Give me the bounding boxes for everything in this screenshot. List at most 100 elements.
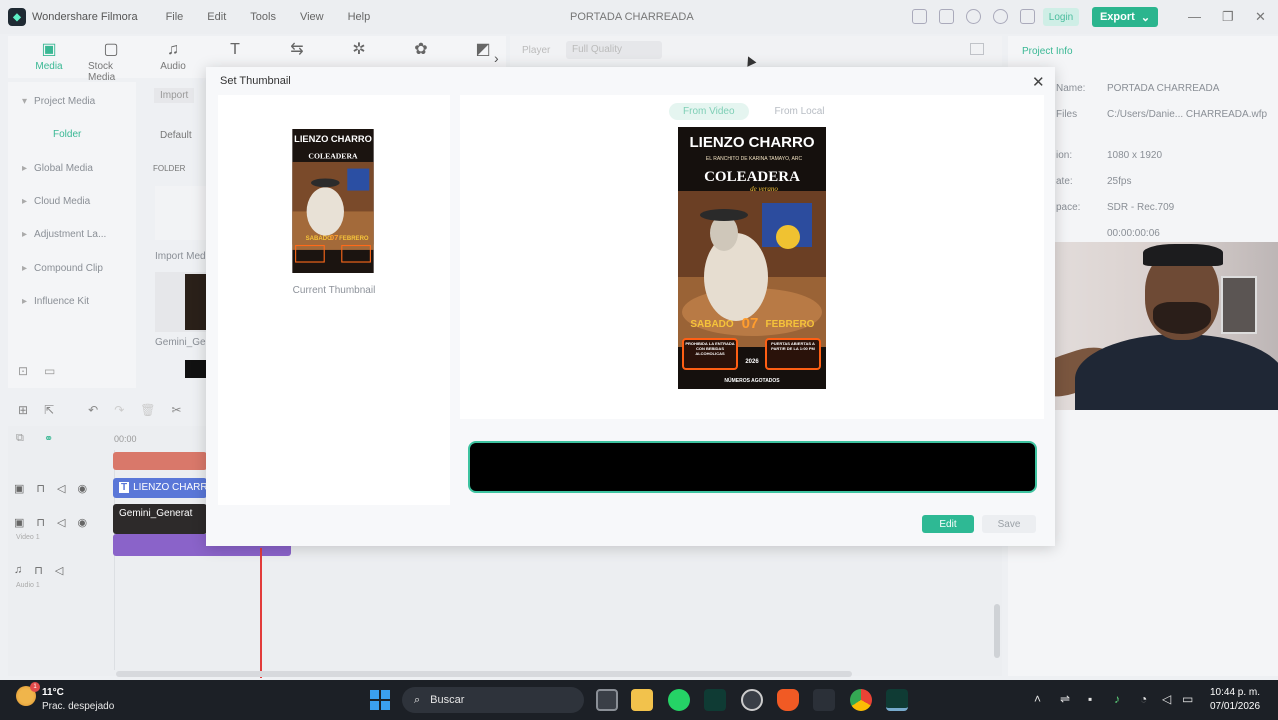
info-key: ion: [1056, 150, 1073, 161]
eye-icon[interactable]: ◉ [77, 482, 87, 495]
timeline-horizontal-scrollbar[interactable] [116, 671, 852, 677]
chevron-up-icon[interactable]: ˄ [1034, 692, 1041, 706]
poster-left-notice: PROHIBIDA LA ENTRADA CON BEBIDAS ALCOHOL… [685, 341, 735, 356]
sidebar-item-label: Compound Clip [34, 263, 103, 274]
new-folder-icon[interactable]: ⊡ [18, 364, 28, 378]
windows-start-icon[interactable] [370, 690, 390, 710]
text-clip[interactable]: TLIENZO CHARRO [113, 478, 207, 498]
tool-media[interactable]: ▣ Media [26, 36, 72, 73]
link-icon[interactable]: ⚭ [44, 432, 53, 445]
sidebar-item-global-media[interactable]: ▸ Global Media [22, 163, 93, 174]
minimize-icon[interactable]: — [1188, 9, 1201, 24]
add-track-icon[interactable]: ⧉ [16, 432, 24, 445]
filmora-active-icon[interactable] [886, 689, 908, 711]
tool-elements[interactable]: ✿ [398, 36, 444, 61]
video-clip[interactable]: Gemini_Generat [113, 504, 207, 534]
tool-transitions[interactable]: ⇆ [274, 36, 320, 61]
media-thumbnail[interactable] [155, 272, 207, 332]
lock-icon[interactable]: ⊓ [34, 564, 43, 577]
sort-dropdown[interactable]: Default [160, 130, 192, 141]
whatsapp-icon[interactable] [668, 689, 690, 711]
audio-clip[interactable] [113, 452, 207, 470]
speaker-icon[interactable]: ◁ [57, 516, 65, 529]
clock-date[interactable]: 07/01/2026 [1210, 701, 1260, 712]
settings-icon[interactable] [741, 689, 763, 711]
filmora-taskbar-icon[interactable] [704, 689, 726, 711]
speaker-icon[interactable]: ◁ [57, 482, 65, 495]
tab-from-local[interactable]: From Local [761, 103, 839, 120]
frame-selector-strip[interactable] [468, 441, 1037, 493]
audio-track-label: Audio 1 [16, 582, 40, 589]
music-icon: ♫ [14, 564, 23, 576]
chevron-right-icon[interactable]: › [494, 50, 499, 66]
tab-from-video[interactable]: From Video [669, 103, 749, 120]
cut-icon[interactable]: ✂ [171, 403, 181, 417]
speaker-icon[interactable]: ◁ [55, 564, 63, 577]
microphone-icon[interactable]: ♪ [1114, 692, 1120, 706]
menu-help[interactable]: Help [348, 11, 371, 23]
login-button[interactable]: Login [1043, 8, 1079, 26]
effects-icon: ✲ [352, 41, 366, 58]
playhead[interactable] [260, 548, 262, 678]
undo-icon[interactable]: ↶ [88, 403, 98, 417]
tool-audio[interactable]: ♫ Audio [150, 36, 196, 73]
audio-icon: ♫ [167, 41, 179, 58]
tray-app-icon[interactable]: ⇌ [1060, 692, 1070, 706]
track-icon: ▣ [14, 483, 25, 495]
tool-effects[interactable]: ✲ [336, 36, 382, 61]
tray-app-icon[interactable]: ▪ [1088, 692, 1092, 706]
close-icon[interactable]: ✕ [1032, 73, 1045, 91]
thumb-month: FEBRERO [339, 236, 369, 242]
export-button[interactable]: Export ⌄ [1092, 7, 1158, 27]
menu-edit[interactable]: Edit [207, 11, 226, 23]
sidebar-item-influence-kit[interactable]: ▸ Influence Kit [22, 296, 89, 307]
quality-dropdown[interactable]: Full Quality [566, 41, 662, 59]
timeline-vertical-scrollbar[interactable] [994, 604, 1000, 658]
stock-media-icon: ▢ [103, 41, 119, 58]
headset-icon[interactable] [993, 9, 1008, 24]
media-thumbnail[interactable] [185, 360, 207, 378]
tool-stock-media[interactable]: ▢ Stock Media [88, 36, 134, 84]
folder-icon[interactable]: ▭ [44, 364, 55, 378]
volume-icon[interactable]: ◁ [1162, 692, 1171, 706]
lock-icon[interactable]: ⊓ [36, 516, 45, 529]
snapshot-icon[interactable] [970, 43, 984, 55]
taskbar-search[interactable]: ⌕ Buscar [402, 687, 584, 713]
redo-icon[interactable]: ↷ [114, 403, 124, 417]
edit-button[interactable]: Edit [922, 515, 974, 533]
menu-file[interactable]: File [166, 11, 184, 23]
sidebar-item-adjustment-layer[interactable]: ▸ Adjustment La... [22, 229, 106, 240]
import-button[interactable]: Import [154, 88, 195, 103]
sidebar-item-cloud-media[interactable]: ▸ Cloud Media [22, 196, 90, 207]
menu-tools[interactable]: Tools [250, 11, 276, 23]
battery-icon[interactable]: ▭ [1182, 692, 1193, 706]
eye-icon[interactable]: ◉ [77, 516, 87, 529]
menu-view[interactable]: View [300, 11, 324, 23]
close-icon[interactable]: ✕ [1255, 9, 1266, 25]
save-icon[interactable] [939, 9, 954, 24]
task-view-icon[interactable] [596, 689, 618, 711]
tool-split-screen[interactable]: ◩ [460, 36, 506, 61]
media-sidebar: ▾ Project Media Folder ▸ Global Media ▸ Clo… [8, 82, 136, 388]
brave-browser-icon[interactable] [777, 689, 799, 711]
sidebar-item-folder[interactable]: Folder [53, 129, 81, 140]
cloud-icon[interactable] [966, 9, 981, 24]
lock-icon[interactable]: ⊓ [36, 482, 45, 495]
tool-titles[interactable]: T [212, 36, 258, 61]
monitor-icon[interactable] [912, 9, 927, 24]
app-icon[interactable] [813, 689, 835, 711]
delete-icon[interactable]: 🗑︎ [140, 403, 155, 417]
sidebar-item-compound-clip[interactable]: ▸ Compound Clip [22, 263, 103, 274]
sidebar-item-project-media[interactable]: ▾ Project Media [22, 96, 95, 107]
import-media-tile[interactable] [155, 186, 207, 240]
tab-project-info[interactable]: Project Info [1022, 46, 1073, 57]
chrome-icon[interactable] [850, 689, 872, 711]
file-explorer-icon[interactable] [631, 689, 653, 711]
restore-icon[interactable]: ❐ [1222, 9, 1234, 25]
apps-icon[interactable] [1020, 9, 1035, 24]
wifi-icon[interactable]: ◔ [1140, 692, 1147, 706]
clock-time[interactable]: 10:44 p. m. [1210, 687, 1260, 698]
layout-icon[interactable]: ⊞ [18, 403, 28, 417]
select-tool-icon[interactable]: ⇱ [44, 403, 54, 417]
save-button[interactable]: Save [982, 515, 1036, 533]
